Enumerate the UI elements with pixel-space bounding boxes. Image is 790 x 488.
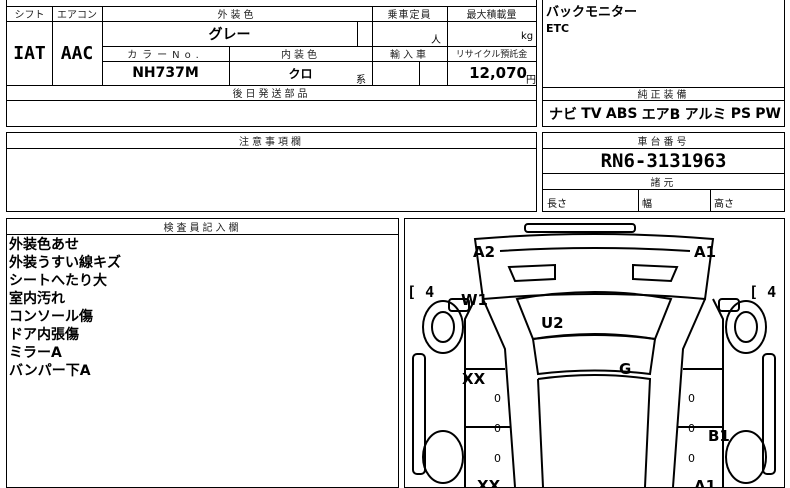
caution-label: 注意事項欄 — [239, 137, 304, 148]
recycle-unit: 円 — [526, 75, 536, 86]
inspector-label: 検査員記入欄 — [163, 223, 242, 234]
note-item: 外装色あせ — [9, 237, 79, 253]
later-parts-value — [6, 100, 537, 127]
zero-mark: 0 — [494, 452, 501, 465]
mark-a1-bottom: A1 — [694, 477, 717, 488]
length-label: 長さ — [547, 199, 567, 210]
mark-g: G — [619, 360, 632, 378]
chassis-number: RN6-3131963 — [600, 149, 727, 172]
interior-suffix: 系 — [356, 75, 366, 86]
mark-a2-front-left: A2 — [473, 243, 496, 261]
equip-alloy: アルミ — [684, 107, 727, 123]
equip-airbag: エアB — [641, 107, 681, 123]
capacity-label: 乗車定員 — [387, 10, 432, 21]
note-item: コンソール傷 — [9, 309, 93, 325]
shift-value: IAT — [13, 42, 46, 64]
tire-left-value: 4 — [425, 283, 435, 301]
note-item: 外装うすい線キズ — [9, 255, 121, 271]
zero-mark: 0 — [688, 392, 695, 405]
aircon-value: AAC — [60, 42, 94, 64]
exterior-color-value: グレー — [208, 26, 251, 43]
later-parts-label: 後日発送部品 — [232, 89, 311, 100]
capacity-unit: 人 — [431, 35, 441, 46]
chassis-box: 車台番号 RN6-3131963 諸元 長さ 幅 高さ — [542, 132, 785, 212]
import-label: 輸入車 — [390, 50, 429, 61]
note-item: 室内汚れ — [9, 291, 65, 307]
dimensions-label: 諸元 — [650, 177, 677, 189]
shift-label: シフト — [14, 10, 45, 21]
equip-abs: ABS — [605, 106, 638, 122]
note-item: バンパー下A — [9, 363, 91, 379]
max-load-label: 最大積載量 — [466, 10, 517, 21]
aircon-label: エアコン — [57, 10, 97, 21]
tire-right-value: 4 — [767, 283, 777, 301]
inspector-box: 検査員記入欄 外装色あせ 外装うすい線キズ シートへたり大 室内汚れ コンソール… — [6, 218, 399, 488]
tire-left-tread: [ 4 — [407, 283, 435, 301]
note-item: シートへたり大 — [9, 273, 107, 289]
equip-ps: PS — [730, 106, 752, 122]
mark-a1-front-right: A1 — [694, 243, 717, 261]
spec-table: シフト エアコン 外装色 乗車定員 最大積載量 IAT AAC グレー 人 kg… — [6, 0, 537, 101]
equipment-line-1: バックモニター — [546, 5, 638, 20]
mark-b1: B1 — [708, 427, 730, 445]
note-item: ミラーA — [9, 345, 62, 361]
equip-pw: PW — [755, 106, 781, 122]
car-diagram: A2 A1 [ 4 [ 4 W1 U2 G XX B1 XX A1 0 0 0 … — [404, 218, 785, 488]
load-unit: kg — [521, 31, 534, 42]
chassis-label: 車台番号 — [637, 137, 690, 148]
car-outline-drawing — [412, 223, 776, 487]
exterior-color-label: 外装色 — [217, 10, 257, 21]
genuine-equipment-label: 純正装備 — [637, 90, 690, 101]
interior-color-value: クロ — [288, 66, 313, 81]
color-no-label: カラーNo. — [127, 50, 204, 61]
zero-mark: 0 — [494, 422, 501, 435]
equipment-box: バックモニター ETC 純正装備 ナビ TV ABS エアB アルミ PS PW — [542, 0, 785, 127]
tire-right-tread: [ 4 — [749, 283, 777, 301]
interior-color-label: 内装色 — [281, 50, 320, 61]
equip-navi: ナビ — [549, 107, 577, 123]
caution-box: 注意事項欄 — [6, 132, 537, 212]
width-label: 幅 — [642, 199, 652, 210]
recycle-label: リサイクル預託金 — [455, 50, 528, 60]
note-item: ドア内張傷 — [9, 327, 79, 343]
mark-u2: U2 — [541, 314, 564, 332]
mark-xx-bottom: XX — [477, 477, 501, 488]
color-no-value: NH737M — [132, 65, 199, 81]
inspector-notes: 外装色あせ 外装うすい線キズ シートへたり大 室内汚れ コンソール傷 ドア内張傷… — [9, 236, 121, 380]
equip-tv: TV — [581, 106, 602, 122]
recycle-value: 12,070 — [469, 64, 527, 82]
zero-mark: 0 — [688, 452, 695, 465]
zero-mark: 0 — [494, 392, 501, 405]
equipment-line-2: ETC — [546, 22, 570, 35]
height-label: 高さ — [714, 199, 734, 210]
mark-xx-left: XX — [462, 370, 486, 388]
zero-mark: 0 — [688, 422, 695, 435]
mark-w1: W1 — [461, 291, 488, 309]
genuine-equipment-items: ナビ TV ABS エアB アルミ PS PW — [549, 103, 781, 125]
